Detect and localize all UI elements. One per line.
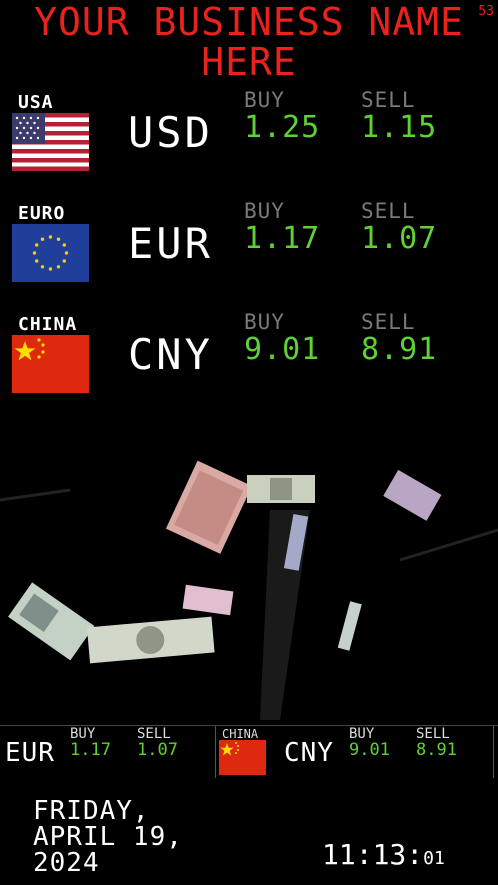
date-year: 2024	[33, 848, 100, 878]
money-animation	[0, 430, 498, 720]
date-display: FRIDAY, APRIL 19, 2024	[33, 798, 183, 876]
row-label-china: CHINA	[18, 314, 78, 335]
business-name-line2: HERE	[201, 40, 297, 84]
currency-code-eur: EUR	[128, 219, 213, 268]
rates-ticker: EUR BUY SELL 1.17 1.07 CHINA CNY BUY SEL…	[0, 724, 498, 780]
currency-code-usd: USD	[128, 108, 213, 157]
ticker-code-cny: CNY	[284, 738, 334, 768]
buy-value-eur: 1.17	[244, 221, 321, 256]
clock-hours-minutes: 11:13:	[322, 838, 424, 871]
buy-header: BUY	[244, 310, 285, 334]
sell-header: SELL	[361, 88, 416, 112]
sell-value-eur: 1.07	[361, 221, 438, 256]
ticker-sell-cny: 8.91	[416, 740, 457, 760]
buy-value-usd: 1.25	[244, 110, 321, 145]
business-name-line1: YOUR BUSINESS NAME	[34, 0, 464, 44]
china-flag-icon	[12, 335, 89, 393]
clock-seconds: 01	[423, 848, 445, 869]
currency-code-cny: CNY	[128, 330, 213, 379]
ticker-divider	[215, 726, 216, 778]
ticker-divider	[493, 726, 494, 778]
money-animation-graphic	[0, 460, 498, 720]
date-weekday: FRIDAY,	[33, 796, 150, 826]
corner-badge: 53	[478, 4, 494, 19]
eu-flag-icon	[12, 224, 89, 282]
buy-header: BUY	[244, 199, 285, 223]
ticker-code-eur: EUR	[5, 738, 55, 768]
date-month-day: APRIL 19,	[33, 822, 183, 852]
sell-header: SELL	[361, 310, 416, 334]
china-flag-icon	[219, 740, 266, 775]
sell-header: SELL	[361, 199, 416, 223]
ticker-flag-label: CHINA	[222, 727, 259, 741]
ticker-buy-eur: 1.17	[70, 740, 111, 760]
ticker-sell-eur: 1.07	[137, 740, 178, 760]
usa-flag-icon	[12, 113, 89, 171]
row-label-euro: EURO	[18, 203, 66, 224]
row-label-usa: USA	[18, 92, 54, 113]
buy-value-cny: 9.01	[244, 332, 321, 367]
buy-header: BUY	[244, 88, 285, 112]
clock: 11:13:01	[322, 838, 445, 871]
ticker-buy-cny: 9.01	[349, 740, 390, 760]
sell-value-usd: 1.15	[361, 110, 438, 145]
sell-value-cny: 8.91	[361, 332, 438, 367]
